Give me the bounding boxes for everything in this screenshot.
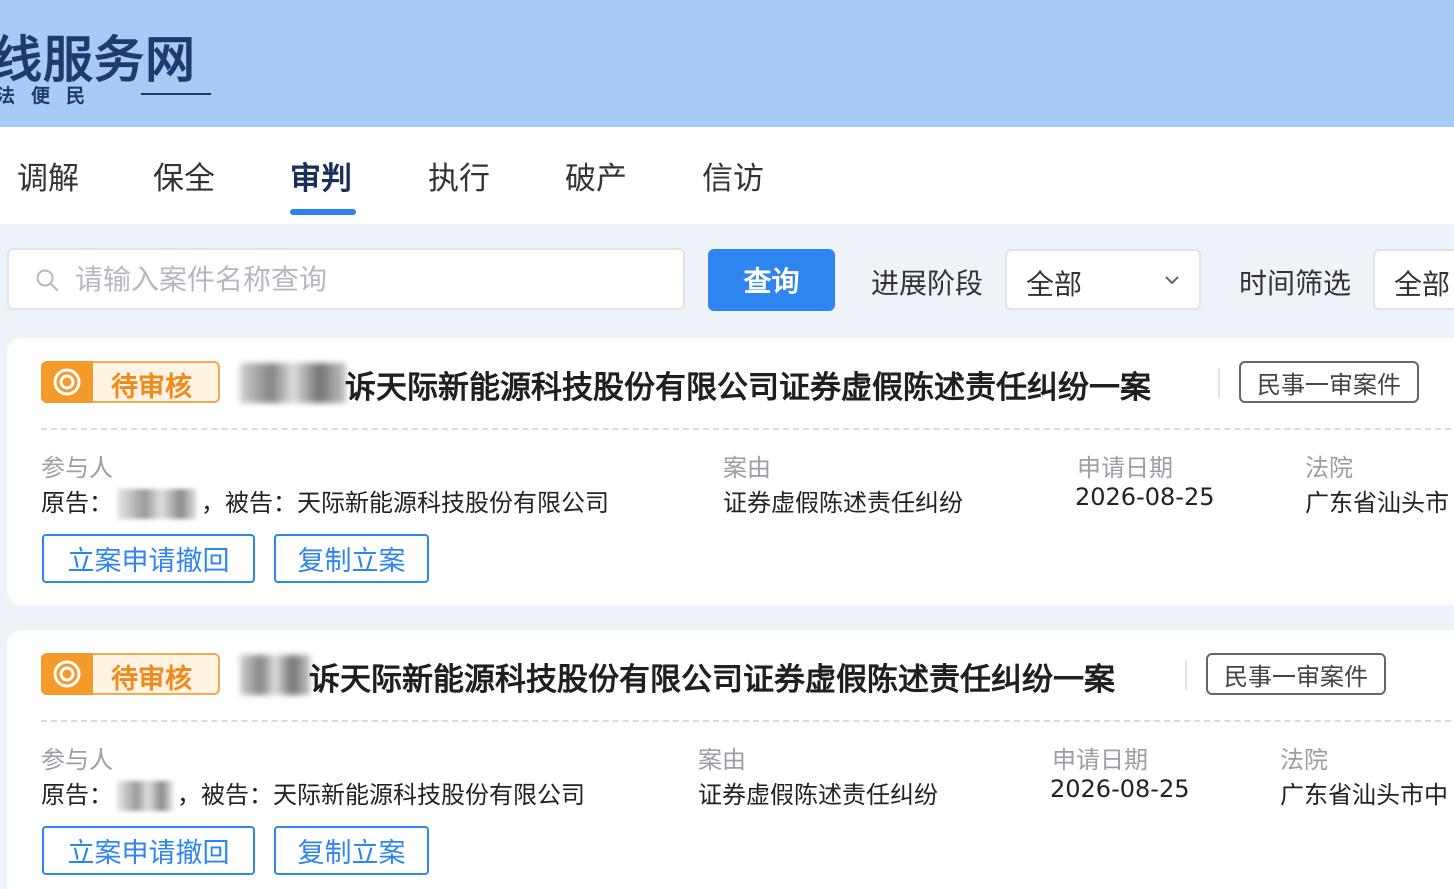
tab-execution[interactable]: 执行 xyxy=(428,153,490,198)
cause-label: 案由 xyxy=(698,746,746,774)
plaintiff-label: 原告： xyxy=(41,489,113,517)
court-value: 广东省汕头市中 xyxy=(1280,781,1448,809)
card-divider xyxy=(41,428,1454,430)
status-badge: 待审核 xyxy=(41,361,220,403)
copy-filing-button[interactable]: 复制立案 xyxy=(274,534,429,583)
date-label: 申请日期 xyxy=(1052,746,1148,774)
card-divider xyxy=(41,720,1454,722)
case-title[interactable]: 诉天际新能源科技股份有限公司证券虚假陈述责任纠纷一案 xyxy=(345,362,1151,407)
search-field[interactable] xyxy=(7,248,685,310)
chevron-down-icon xyxy=(1165,276,1179,285)
redacted-plaintiff xyxy=(117,489,197,519)
clock-icon xyxy=(53,368,81,396)
cause-label: 案由 xyxy=(723,454,771,482)
case-title[interactable]: 诉天际新能源科技股份有限公司证券虚假陈述责任纠纷一案 xyxy=(309,654,1115,699)
case-card: 待审核 诉天际新能源科技股份有限公司证券虚假陈述责任纠纷一案 民事一审案件 参与… xyxy=(7,338,1454,605)
copy-filing-button[interactable]: 复制立案 xyxy=(274,826,429,875)
tab-preservation[interactable]: 保全 xyxy=(153,153,215,198)
active-tab-indicator xyxy=(290,209,356,215)
site-header: 线服务网 法便民 xyxy=(0,0,1454,127)
participants-label: 参与人 xyxy=(41,746,113,774)
query-button[interactable]: 查询 xyxy=(708,249,835,311)
defendant-text: ，被告：天际新能源科技股份有限公司 xyxy=(177,781,585,809)
stage-select[interactable]: 全部 xyxy=(1005,249,1201,310)
tab-petition[interactable]: 信访 xyxy=(702,153,764,198)
withdraw-filing-button[interactable]: 立案申请撤回 xyxy=(42,534,255,583)
tab-mediation[interactable]: 调解 xyxy=(17,153,79,198)
main-tabs: 调解 保全 审判 执行 破产 信访 xyxy=(0,127,1454,224)
status-badge: 待审核 xyxy=(41,653,220,695)
stage-select-value: 全部 xyxy=(1026,268,1083,301)
redacted-plaintiff-name xyxy=(240,363,346,403)
court-value: 广东省汕头市 xyxy=(1305,489,1449,517)
subtitle-divider xyxy=(141,93,211,95)
cause-value: 证券虚假陈述责任纠纷 xyxy=(723,489,963,517)
tab-trial[interactable]: 审判 xyxy=(290,153,352,198)
redacted-plaintiff-name xyxy=(240,655,310,695)
date-value: 2026-08-25 xyxy=(1050,775,1190,803)
participants-value: 原告： ，被告：天际新能源科技股份有限公司 xyxy=(41,775,585,811)
participants-label: 参与人 xyxy=(41,454,113,482)
plaintiff-label: 原告： xyxy=(41,781,113,809)
search-input[interactable] xyxy=(75,258,665,300)
stage-filter-label: 进展阶段 xyxy=(871,267,984,300)
case-type-tag: 民事一审案件 xyxy=(1206,653,1386,695)
time-select[interactable]: 全部 xyxy=(1373,249,1454,310)
case-card: 待审核 诉天际新能源科技股份有限公司证券虚假陈述责任纠纷一案 民事一审案件 参与… xyxy=(7,630,1454,889)
time-filter-label: 时间筛选 xyxy=(1239,267,1352,300)
tab-bankruptcy[interactable]: 破产 xyxy=(565,153,627,198)
court-label: 法院 xyxy=(1305,454,1353,482)
status-text: 待审核 xyxy=(111,372,192,403)
cause-value: 证券虚假陈述责任纠纷 xyxy=(698,781,938,809)
title-divider xyxy=(1185,660,1187,690)
date-value: 2026-08-25 xyxy=(1075,483,1215,511)
withdraw-filing-button[interactable]: 立案申请撤回 xyxy=(42,826,255,875)
court-label: 法院 xyxy=(1280,746,1328,774)
redacted-plaintiff xyxy=(117,781,173,811)
participants-value: 原告： ，被告：天际新能源科技股份有限公司 xyxy=(41,483,609,519)
title-divider xyxy=(1218,368,1220,398)
defendant-text: ，被告：天际新能源科技股份有限公司 xyxy=(201,489,609,517)
search-icon xyxy=(36,269,58,291)
clock-icon xyxy=(53,660,81,688)
case-type-tag: 民事一审案件 xyxy=(1239,361,1419,403)
date-label: 申请日期 xyxy=(1077,454,1173,482)
time-select-value: 全部 xyxy=(1394,268,1451,301)
status-text: 待审核 xyxy=(111,664,192,695)
site-subtitle: 法便民 xyxy=(0,85,102,107)
